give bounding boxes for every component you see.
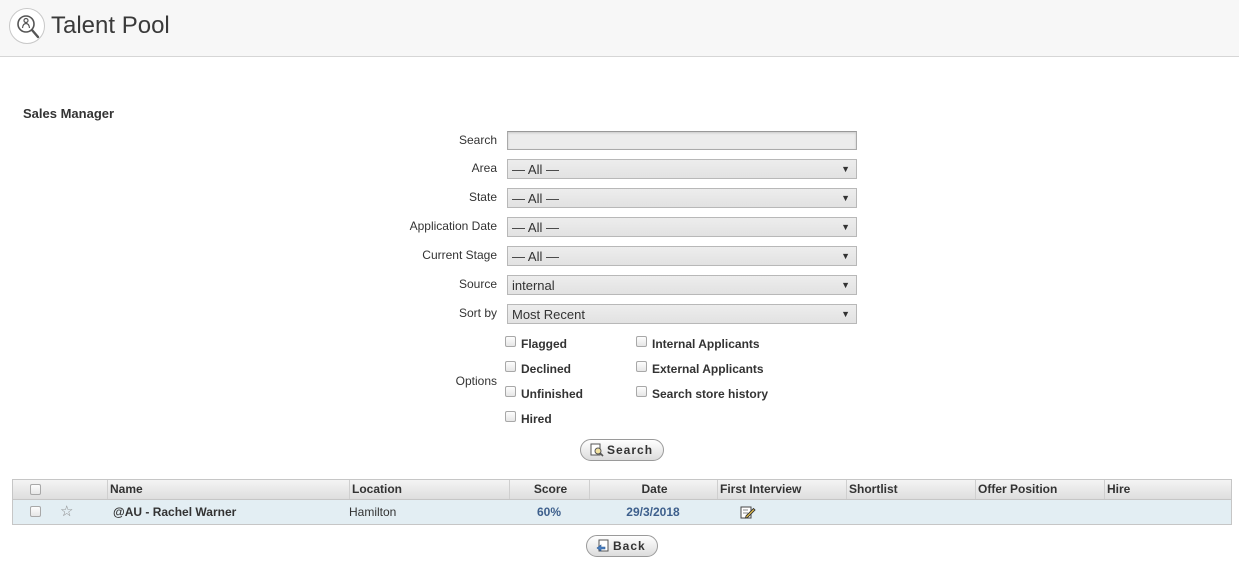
candidate-name[interactable]: @AU - Rachel Warner — [113, 500, 236, 524]
sort-by-label: Sort by — [458, 306, 497, 320]
column-location[interactable]: Location — [349, 480, 509, 499]
options-label: Options — [455, 374, 497, 388]
candidate-score[interactable]: 60% — [509, 500, 589, 524]
declined-label: Declined — [521, 362, 572, 376]
chevron-down-icon: ▼ — [841, 309, 850, 319]
search-store-history-checkbox[interactable] — [636, 386, 647, 397]
column-hire[interactable]: Hire — [1104, 480, 1231, 499]
page-title: Talent Pool — [51, 12, 170, 39]
column-first-interview[interactable]: First Interview — [717, 480, 846, 499]
search-button-label: Search — [607, 443, 654, 457]
candidate-location: Hamilton — [349, 505, 397, 519]
hired-label: Hired — [521, 412, 552, 426]
back-doc-icon — [596, 539, 609, 552]
current-stage-label: Current Stage — [422, 248, 497, 262]
candidate-date[interactable]: 29/3/2018 — [589, 500, 717, 524]
state-select-value: — All — — [512, 191, 559, 206]
row-select-checkbox[interactable] — [30, 506, 41, 517]
results-table: Name Location Score Date First Interview… — [12, 479, 1232, 525]
current-stage-select-value: — All — — [512, 249, 559, 264]
chevron-down-icon: ▼ — [841, 193, 850, 203]
column-offer-position[interactable]: Offer Position — [975, 480, 1104, 499]
back-button[interactable]: Back — [586, 535, 658, 557]
hired-checkbox[interactable] — [505, 411, 516, 422]
internal-applicants-checkbox[interactable] — [636, 336, 647, 347]
search-label: Search — [458, 133, 497, 147]
column-score[interactable]: Score — [509, 480, 589, 499]
table-header: Name Location Score Date First Interview… — [13, 480, 1231, 500]
chevron-down-icon: ▼ — [841, 164, 850, 174]
job-title-heading: Sales Manager — [23, 106, 115, 121]
declined-checkbox[interactable] — [505, 361, 516, 372]
talent-pool-logo-icon — [9, 8, 45, 44]
internal-applicants-label: Internal Applicants — [652, 337, 760, 351]
state-select[interactable]: — All — ▼ — [507, 188, 857, 208]
back-button-label: Back — [613, 539, 646, 553]
search-input[interactable] — [507, 131, 857, 150]
search-doc-icon — [590, 443, 604, 457]
app-header: Talent Pool — [0, 0, 1239, 57]
unfinished-checkbox[interactable] — [505, 386, 516, 397]
chevron-down-icon: ▼ — [841, 222, 850, 232]
area-label: Area — [471, 161, 497, 175]
column-date[interactable]: Date — [589, 480, 717, 499]
state-label: State — [468, 190, 497, 204]
area-select[interactable]: — All — ▼ — [507, 159, 857, 179]
column-shortlist[interactable]: Shortlist — [846, 480, 975, 499]
application-date-select[interactable]: — All — ▼ — [507, 217, 857, 237]
table-row[interactable]: ☆ @AU - Rachel Warner Hamilton 60% 29/3/… — [13, 500, 1231, 524]
source-select-value: internal — [512, 278, 555, 293]
chevron-down-icon: ▼ — [841, 251, 850, 261]
edit-icon[interactable] — [740, 504, 756, 520]
search-button[interactable]: Search — [580, 439, 664, 461]
select-all-checkbox[interactable] — [30, 484, 41, 495]
star-icon[interactable]: ☆ — [60, 502, 73, 522]
current-stage-select[interactable]: — All — ▼ — [507, 246, 857, 266]
flagged-label: Flagged — [521, 337, 568, 351]
application-date-label: Application Date — [409, 219, 497, 233]
external-applicants-label: External Applicants — [652, 362, 764, 376]
unfinished-label: Unfinished — [521, 387, 583, 401]
source-select[interactable]: internal ▼ — [507, 275, 857, 295]
area-select-value: — All — — [512, 162, 559, 177]
search-store-history-label: Search store history — [652, 387, 769, 401]
source-label: Source — [458, 277, 497, 291]
application-date-select-value: — All — — [512, 220, 559, 235]
external-applicants-checkbox[interactable] — [636, 361, 647, 372]
flagged-checkbox[interactable] — [505, 336, 516, 347]
column-name[interactable]: Name — [107, 480, 349, 499]
sort-by-select-value: Most Recent — [512, 307, 585, 322]
sort-by-select[interactable]: Most Recent ▼ — [507, 304, 857, 324]
chevron-down-icon: ▼ — [841, 280, 850, 290]
